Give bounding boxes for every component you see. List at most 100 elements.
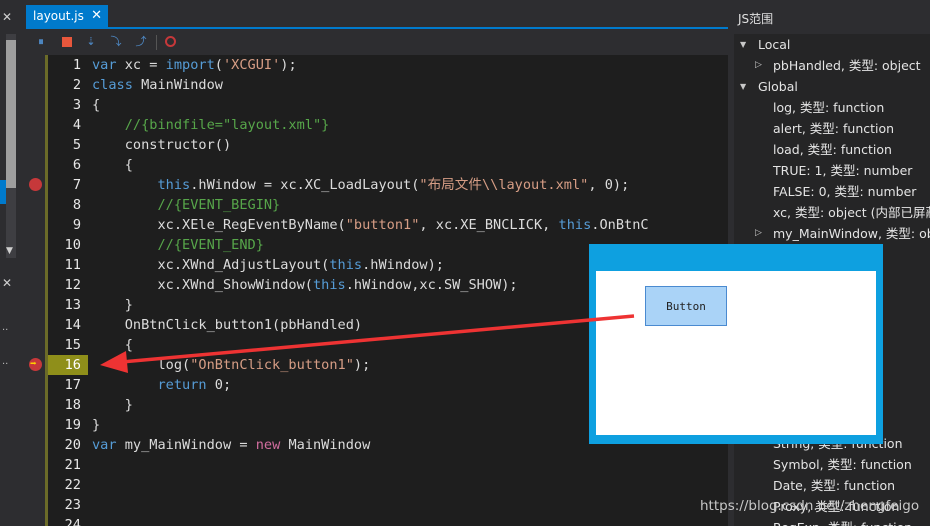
watermark: https://blog.csdn.net/zhengfeigo bbox=[700, 498, 920, 514]
scope-tree-item[interactable]: Symbol, 类型: function bbox=[734, 454, 930, 475]
line-number: 2 bbox=[72, 77, 81, 93]
line-number: 22 bbox=[64, 477, 81, 493]
code-text: xc.XWnd_ShowWindow(this.hWindow,xc.SW_SH… bbox=[92, 277, 518, 293]
line-number: 4 bbox=[72, 117, 81, 133]
scroll-down-icon[interactable]: ▼ bbox=[6, 246, 13, 256]
active-indicator bbox=[0, 180, 6, 204]
button1[interactable]: Button bbox=[645, 286, 727, 326]
code-text: } bbox=[92, 397, 133, 413]
code-text: class MainWindow bbox=[92, 77, 223, 93]
code-line[interactable]: 7 this.hWindow = xc.XC_LoadLayout("布局文件\… bbox=[26, 175, 728, 195]
code-text: OnBtnClick_button1(pbHandled) bbox=[92, 317, 363, 333]
tab-layout-js[interactable]: layout.js ✕ bbox=[26, 5, 108, 27]
scope-tree-item[interactable]: alert, 类型: function bbox=[734, 118, 930, 139]
pause-icon[interactable]: ⏸ bbox=[34, 35, 48, 49]
scope-item-label: TRUE: 1, 类型: number bbox=[773, 163, 913, 178]
scope-tree-item[interactable]: ▼ Local bbox=[734, 34, 930, 55]
breakpoint-toggle-icon[interactable] bbox=[164, 35, 178, 49]
scope-tree-item[interactable]: ▼ Global bbox=[734, 76, 930, 97]
tab-underline bbox=[26, 27, 728, 29]
scope-item-label: xc, 类型: object (内部已屏蔽 bbox=[773, 205, 930, 220]
close-icon[interactable]: ✕ bbox=[2, 276, 12, 290]
left-tool-strip: ✕ ▼ ✕ .. .. bbox=[0, 0, 20, 526]
scope-item-label: log, 类型: function bbox=[773, 100, 885, 115]
expand-right-icon[interactable]: ▷ bbox=[755, 55, 762, 76]
code-line[interactable]: 4 //{bindfile="layout.xml"} bbox=[26, 115, 728, 135]
code-line[interactable]: 23 bbox=[26, 495, 728, 515]
code-line[interactable]: 6 { bbox=[26, 155, 728, 175]
current-line-arrow-icon[interactable]: ➡ bbox=[29, 357, 42, 371]
code-text: } bbox=[92, 297, 133, 313]
line-number: 13 bbox=[64, 297, 81, 313]
scope-item-label: FALSE: 0, 类型: number bbox=[773, 184, 917, 199]
breakpoint-icon[interactable] bbox=[29, 178, 42, 191]
code-line[interactable]: 1 var xc = import('XCGUI'); bbox=[26, 55, 728, 75]
scope-item-label: alert, 类型: function bbox=[773, 121, 895, 136]
line-number: 8 bbox=[72, 197, 81, 213]
line-number: 10 bbox=[64, 237, 81, 253]
debug-toolbar: ⏸ ⇣ ⤵ ⤴ bbox=[26, 30, 728, 55]
code-text: //{EVENT_BEGIN} bbox=[157, 197, 281, 213]
scope-tree-item[interactable]: RegExp, 类型: function bbox=[734, 517, 930, 526]
line-number: 18 bbox=[64, 397, 81, 413]
line-number: 9 bbox=[72, 217, 81, 233]
code-text: { bbox=[92, 337, 133, 353]
code-text: xc.XWnd_AdjustLayout(this.hWindow); bbox=[92, 257, 444, 273]
expand-down-icon[interactable]: ▼ bbox=[740, 76, 746, 97]
code-text: { bbox=[92, 97, 101, 113]
expand-right-icon[interactable]: ▷ bbox=[755, 223, 762, 244]
line-number: 16 bbox=[48, 355, 88, 375]
expand-down-icon[interactable]: ▼ bbox=[740, 34, 746, 55]
code-line[interactable]: 22 bbox=[26, 475, 728, 495]
scope-item-label: load, 类型: function bbox=[773, 142, 892, 157]
code-text: } bbox=[92, 417, 101, 433]
scope-tree-item[interactable]: ▷ my_MainWindow, 类型: ob bbox=[734, 223, 930, 244]
code-line[interactable]: 24 bbox=[26, 515, 728, 526]
toolbar-divider bbox=[156, 35, 157, 50]
line-number: 3 bbox=[72, 97, 81, 113]
code-line[interactable]: 5 constructor() bbox=[26, 135, 728, 155]
step-into-icon[interactable]: ⇣ bbox=[84, 35, 98, 49]
code-line[interactable]: 2 class MainWindow bbox=[26, 75, 728, 95]
line-number: 20 bbox=[64, 437, 81, 453]
line-number: 5 bbox=[72, 137, 81, 153]
scrollbar-thumb[interactable] bbox=[6, 40, 16, 188]
line-number: 21 bbox=[64, 457, 81, 473]
scope-tree-item[interactable]: xc, 类型: object (内部已屏蔽 bbox=[734, 202, 930, 223]
ellipsis-icon: .. bbox=[2, 322, 9, 333]
scope-item-label: RegExp, 类型: function bbox=[773, 517, 912, 526]
scope-tree-item[interactable]: load, 类型: function bbox=[734, 139, 930, 160]
step-over-icon[interactable]: ⤵ bbox=[109, 35, 123, 49]
scope-tree-item[interactable]: FALSE: 0, 类型: number bbox=[734, 181, 930, 202]
close-icon[interactable]: ✕ bbox=[2, 10, 12, 24]
code-text: //{EVENT_END} bbox=[157, 237, 264, 253]
line-number: 11 bbox=[64, 257, 81, 273]
scope-tree-item[interactable]: ▷ pbHandled, 类型: object bbox=[734, 55, 930, 76]
panel-title: JS范围 bbox=[734, 0, 930, 34]
line-number: 14 bbox=[64, 317, 81, 333]
code-line[interactable]: 9 xc.XEle_RegEventByName("button1", xc.X… bbox=[26, 215, 728, 235]
tab-bar: layout.js ✕ bbox=[26, 0, 728, 30]
vertical-scrollbar[interactable] bbox=[6, 34, 16, 258]
app-window-client: Button bbox=[596, 271, 876, 435]
scope-tree-item[interactable]: log, 类型: function bbox=[734, 97, 930, 118]
stop-icon[interactable] bbox=[60, 35, 74, 49]
code-line[interactable]: 21 bbox=[26, 455, 728, 475]
tab-close-icon[interactable]: ✕ bbox=[91, 5, 102, 27]
scope-tree-item[interactable]: TRUE: 1, 类型: number bbox=[734, 160, 930, 181]
code-text: log("OnBtnClick_button1"); bbox=[92, 357, 371, 373]
code-text: //{bindfile="layout.xml"} bbox=[124, 117, 330, 133]
scope-item-label: Global bbox=[758, 79, 798, 94]
code-text: var xc = import('XCGUI'); bbox=[92, 57, 297, 73]
scope-item-label: Date, 类型: function bbox=[773, 478, 896, 493]
code-line[interactable]: 3{ bbox=[26, 95, 728, 115]
line-number: 23 bbox=[64, 497, 81, 513]
line-number: 7 bbox=[72, 177, 81, 193]
line-number: 6 bbox=[72, 157, 81, 173]
app-window[interactable]: Button bbox=[589, 244, 883, 444]
scope-tree-item[interactable]: Date, 类型: function bbox=[734, 475, 930, 496]
line-number: 12 bbox=[64, 277, 81, 293]
code-line[interactable]: 8 //{EVENT_BEGIN} bbox=[26, 195, 728, 215]
line-number: 1 bbox=[72, 57, 81, 73]
step-out-icon[interactable]: ⤴ bbox=[134, 35, 148, 49]
